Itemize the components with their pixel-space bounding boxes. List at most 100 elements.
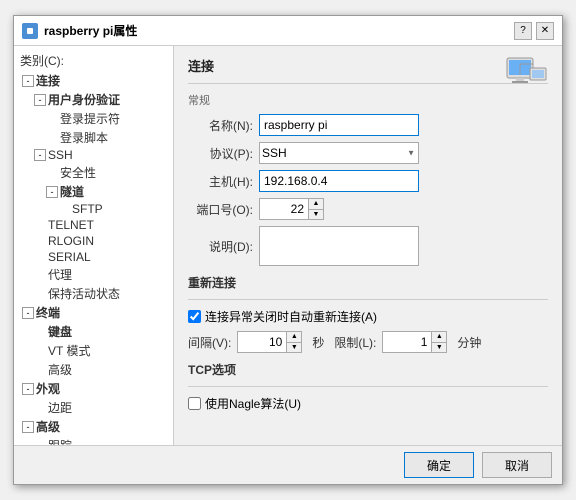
sidebar-item-sftp[interactable]: SFTP — [14, 201, 173, 217]
name-label: 名称(N): — [188, 117, 253, 134]
leaf-icon-border — [34, 402, 46, 414]
sidebar-label-terminal: 终端 — [36, 304, 60, 321]
sidebar-item-proxy[interactable]: 代理 — [14, 265, 173, 284]
sidebar-item-vt-mode[interactable]: VT 模式 — [14, 341, 173, 360]
name-row: 名称(N): — [188, 114, 548, 136]
leaf-icon-sftp — [58, 203, 70, 215]
cancel-button[interactable]: 取消 — [482, 452, 552, 478]
expand-icon-auth: - — [34, 94, 46, 106]
limit-label: 限制(L): — [334, 334, 376, 351]
dialog: raspberry pi属性 ? ✕ 类别(C): - 连接 - 用户身份验证 … — [13, 15, 563, 485]
port-spinner: ▲ ▼ — [259, 198, 324, 220]
sidebar-item-security[interactable]: 安全性 — [14, 163, 173, 182]
protocol-select-wrap: SSH TELNET RLOGIN SERIAL — [259, 142, 419, 164]
limit-decrement-button[interactable]: ▼ — [432, 342, 446, 353]
sidebar-item-telnet[interactable]: TELNET — [14, 217, 173, 233]
sidebar-item-ssh[interactable]: - SSH — [14, 147, 173, 163]
protocol-select[interactable]: SSH TELNET RLOGIN SERIAL — [259, 142, 419, 164]
limit-unit: 分钟 — [457, 334, 481, 351]
sidebar-label-telnet: TELNET — [48, 218, 94, 232]
leaf-icon-rlogin — [34, 235, 46, 247]
expand-icon-ssh: - — [34, 149, 46, 161]
protocol-row: 协议(P): SSH TELNET RLOGIN SERIAL — [188, 142, 548, 164]
sidebar-label-auth: 用户身份验证 — [48, 91, 120, 108]
port-spinner-buttons: ▲ ▼ — [309, 198, 324, 220]
nagle-label[interactable]: 使用Nagle算法(U) — [205, 395, 301, 412]
expand-icon-tunnel: - — [46, 186, 58, 198]
reconnect-settings-row: 间隔(V): ▲ ▼ 秒 限制(L): ▲ ▼ 分钟 — [188, 331, 548, 353]
reconnect-title: 重新连接 — [188, 274, 548, 291]
sidebar-item-script[interactable]: 登录脚本 — [14, 128, 173, 147]
category-label: 类别(C): — [14, 50, 173, 71]
nagle-checkbox[interactable] — [188, 397, 201, 410]
sidebar-item-advanced2[interactable]: - 高级 — [14, 417, 173, 436]
sidebar-item-border[interactable]: 边距 — [14, 398, 173, 417]
dialog-body: 类别(C): - 连接 - 用户身份验证 登录提示符 登录脚本 — [14, 46, 562, 445]
port-row: 端口号(O): ▲ ▼ — [188, 198, 548, 220]
sidebar-item-trace[interactable]: 跟踪 — [14, 436, 173, 445]
reconnect-divider — [188, 299, 548, 300]
sidebar-item-terminal[interactable]: - 终端 — [14, 303, 173, 322]
limit-input[interactable] — [382, 331, 432, 353]
interval-unit: 秒 — [312, 334, 324, 351]
sidebar-item-auth[interactable]: - 用户身份验证 — [14, 90, 173, 109]
nagle-checkbox-row: 使用Nagle算法(U) — [188, 395, 548, 412]
sidebar-item-login-hint[interactable]: 登录提示符 — [14, 109, 173, 128]
sidebar-label-vt-mode: VT 模式 — [48, 342, 90, 359]
host-input[interactable] — [259, 170, 419, 192]
sidebar-label-connection: 连接 — [36, 72, 60, 89]
expand-icon-terminal: - — [22, 307, 34, 319]
sidebar-item-advanced[interactable]: 高级 — [14, 360, 173, 379]
sidebar-label-tunnel: 隧道 — [60, 183, 84, 200]
port-increment-button[interactable]: ▲ — [309, 199, 323, 209]
desc-textarea[interactable] — [259, 226, 419, 266]
port-input[interactable] — [259, 198, 309, 220]
sidebar-label-security: 安全性 — [60, 164, 96, 181]
interval-decrement-button[interactable]: ▼ — [287, 342, 301, 353]
title-buttons: ? ✕ — [514, 22, 554, 40]
close-button[interactable]: ✕ — [536, 22, 554, 40]
dialog-footer: 确定 取消 — [14, 445, 562, 484]
sidebar-item-serial[interactable]: SERIAL — [14, 249, 173, 265]
expand-icon-advanced2: - — [22, 421, 34, 433]
sidebar-label-serial: SERIAL — [48, 250, 91, 264]
sidebar-item-rlogin[interactable]: RLOGIN — [14, 233, 173, 249]
sidebar-label-advanced2: 高级 — [36, 418, 60, 435]
limit-increment-button[interactable]: ▲ — [432, 332, 446, 342]
name-input[interactable] — [259, 114, 419, 136]
host-label: 主机(H): — [188, 173, 253, 190]
leaf-icon-serial — [34, 251, 46, 263]
port-decrement-button[interactable]: ▼ — [309, 209, 323, 220]
leaf-icon-vt-mode — [34, 345, 46, 357]
sidebar-item-keepalive[interactable]: 保持活动状态 — [14, 284, 173, 303]
reconnect-checkbox[interactable] — [188, 310, 201, 323]
app-icon — [22, 23, 38, 39]
sidebar-item-connection[interactable]: - 连接 — [14, 71, 173, 90]
interval-increment-button[interactable]: ▲ — [287, 332, 301, 342]
host-row: 主机(H): — [188, 170, 548, 192]
interval-spinner: ▲ ▼ — [237, 331, 302, 353]
sidebar-item-appearance[interactable]: - 外观 — [14, 379, 173, 398]
sidebar-label-login-hint: 登录提示符 — [60, 110, 120, 127]
dialog-title: raspberry pi属性 — [44, 22, 137, 39]
sidebar-label-sftp: SFTP — [72, 202, 103, 216]
sidebar-item-tunnel[interactable]: - 隧道 — [14, 182, 173, 201]
ok-button[interactable]: 确定 — [404, 452, 474, 478]
help-button[interactable]: ? — [514, 22, 532, 40]
expand-icon-appearance: - — [22, 383, 34, 395]
sidebar-label-trace: 跟踪 — [48, 437, 72, 445]
protocol-label: 协议(P): — [188, 145, 253, 162]
desc-row: 说明(D): — [188, 226, 548, 266]
title-bar: raspberry pi属性 ? ✕ — [14, 16, 562, 46]
tcp-title: TCP选项 — [188, 361, 548, 378]
limit-spinner-buttons: ▲ ▼ — [432, 331, 447, 353]
sidebar-label-proxy: 代理 — [48, 266, 72, 283]
reconnect-checkbox-label[interactable]: 连接异常关闭时自动重新连接(A) — [205, 308, 377, 325]
sidebar-label-script: 登录脚本 — [60, 129, 108, 146]
sidebar-item-keyboard[interactable]: 键盘 — [14, 322, 173, 341]
limit-spinner: ▲ ▼ — [382, 331, 447, 353]
interval-input[interactable] — [237, 331, 287, 353]
sidebar-label-keepalive: 保持活动状态 — [48, 285, 120, 302]
sidebar-label-ssh: SSH — [48, 148, 73, 162]
tcp-divider — [188, 386, 548, 387]
